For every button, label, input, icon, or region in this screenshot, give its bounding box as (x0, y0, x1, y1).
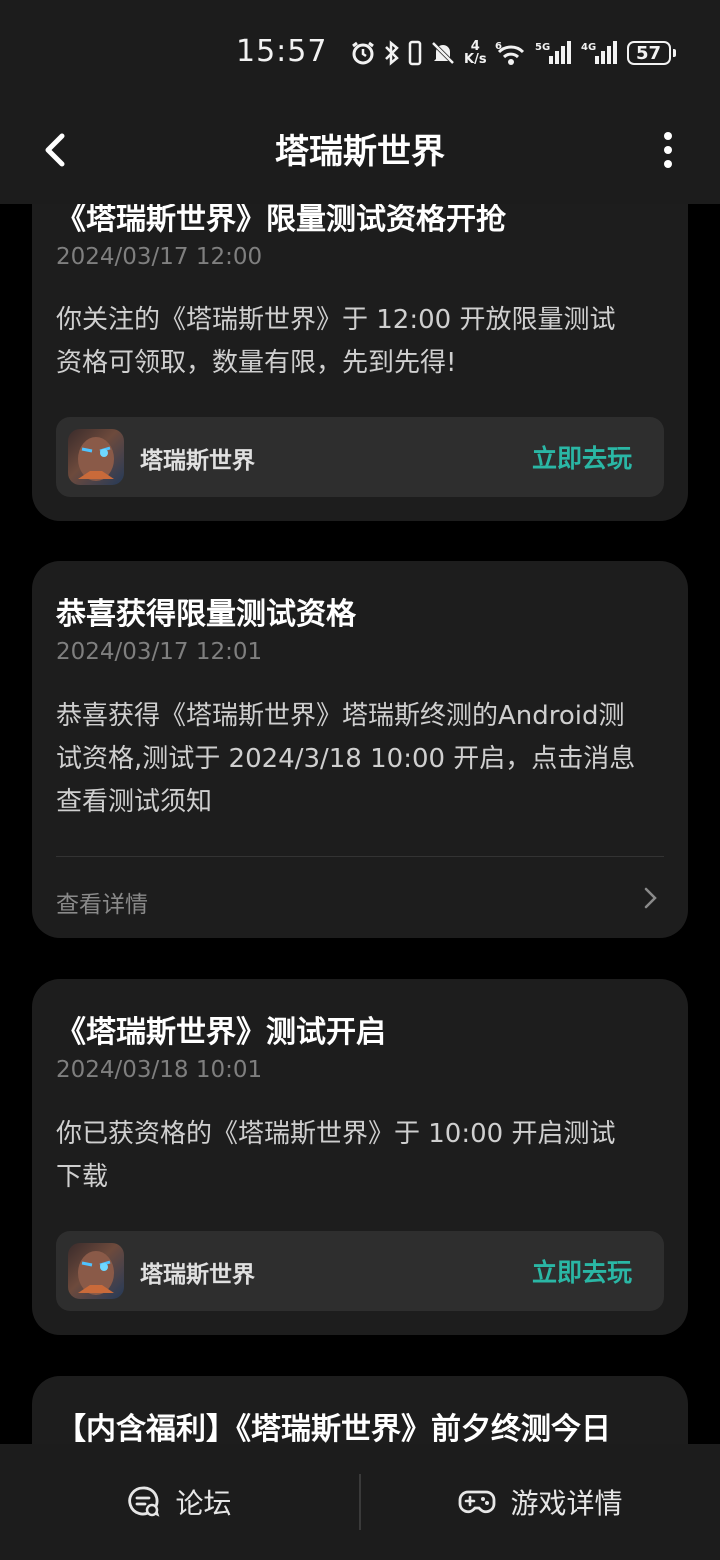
message-card[interactable]: 《塔瑞斯世界》测试开启 2024/03/18 10:01 你已获资格的《塔瑞斯世… (32, 979, 688, 1335)
chevron-right-icon[interactable] (640, 885, 660, 911)
game-name: 塔瑞斯世界 (140, 448, 255, 474)
forum-label: 论坛 (175, 1487, 232, 1520)
game-entry[interactable]: 塔瑞斯世界 立即去玩 (56, 1231, 664, 1311)
alarm-icon (352, 41, 374, 65)
message-title: 恭喜获得限量测试资格 (56, 597, 356, 632)
page-title: 塔瑞斯世界 (275, 132, 445, 172)
message-body: 你已获资格的《塔瑞斯世界》于 10:00 开启测试 下载 (56, 1119, 616, 1192)
wifi-icon: 6 (495, 41, 524, 65)
gamepad-icon (459, 1490, 496, 1514)
view-details-link[interactable]: 查看详情 (56, 885, 148, 919)
status-time: 15:57 (236, 34, 328, 69)
divider (56, 856, 664, 857)
game-details-label: 游戏详情 (510, 1487, 623, 1520)
forum-chat-icon (128, 1486, 160, 1517)
bottom-action-bar: 论坛 游戏详情 (0, 1444, 720, 1560)
game-icon (68, 429, 124, 485)
app-header: 塔瑞斯世界 (0, 100, 720, 204)
message-date: 2024/03/17 12:01 (56, 639, 263, 665)
message-card[interactable]: 《塔瑞斯世界》限量测试资格开抢 2024/03/17 12:00 你关注的《塔瑞… (32, 204, 688, 521)
mute-bell-icon (431, 41, 455, 65)
signal-4g-icon: 4G (581, 41, 617, 64)
message-body: 恭喜获得《塔瑞斯世界》塔瑞斯终测的Android测 试资格,测试于 2024/3… (56, 701, 636, 817)
message-title: 【内含福利】《塔瑞斯世界》前夕终测今日 (56, 1412, 611, 1444)
svg-text:4G: 4G (581, 42, 596, 53)
signal-5g-icon: 5G (535, 41, 571, 64)
network-speed: 4 K/s (464, 39, 487, 67)
more-options-icon[interactable] (650, 126, 686, 174)
forum-button[interactable]: 论坛 (0, 1444, 359, 1560)
play-now-button[interactable]: 立即去玩 (532, 439, 632, 475)
status-icons: 4 K/s 6 5G 4G 57 (350, 36, 676, 70)
game-details-button[interactable]: 游戏详情 (361, 1444, 720, 1560)
message-date: 2024/03/18 10:01 (56, 1057, 263, 1083)
vibrate-icon (408, 40, 422, 66)
message-list[interactable]: 《塔瑞斯世界》限量测试资格开抢 2024/03/17 12:00 你关注的《塔瑞… (0, 204, 720, 1444)
game-name: 塔瑞斯世界 (140, 1262, 255, 1288)
game-entry[interactable]: 塔瑞斯世界 立即去玩 (56, 417, 664, 497)
message-card[interactable]: 恭喜获得限量测试资格 2024/03/17 12:01 恭喜获得《塔瑞斯世界》塔… (32, 561, 688, 938)
play-now-button[interactable]: 立即去玩 (532, 1253, 632, 1289)
message-date: 2024/03/17 12:00 (56, 244, 263, 270)
bluetooth-icon (385, 40, 399, 66)
status-bar: 15:57 4 K/s 6 5G 4G 57 (0, 0, 720, 100)
svg-text:5G: 5G (535, 42, 550, 53)
message-body: 你关注的《塔瑞斯世界》于 12:00 开放限量测试 资格可领取，数量有限，先到先… (56, 305, 616, 378)
message-title: 《塔瑞斯世界》限量测试资格开抢 (56, 204, 506, 237)
battery-indicator: 57 (626, 41, 676, 65)
message-title: 《塔瑞斯世界》测试开启 (56, 1015, 386, 1050)
game-icon (68, 1243, 124, 1299)
message-card[interactable]: 【内含福利】《塔瑞斯世界》前夕终测今日 (32, 1376, 688, 1444)
